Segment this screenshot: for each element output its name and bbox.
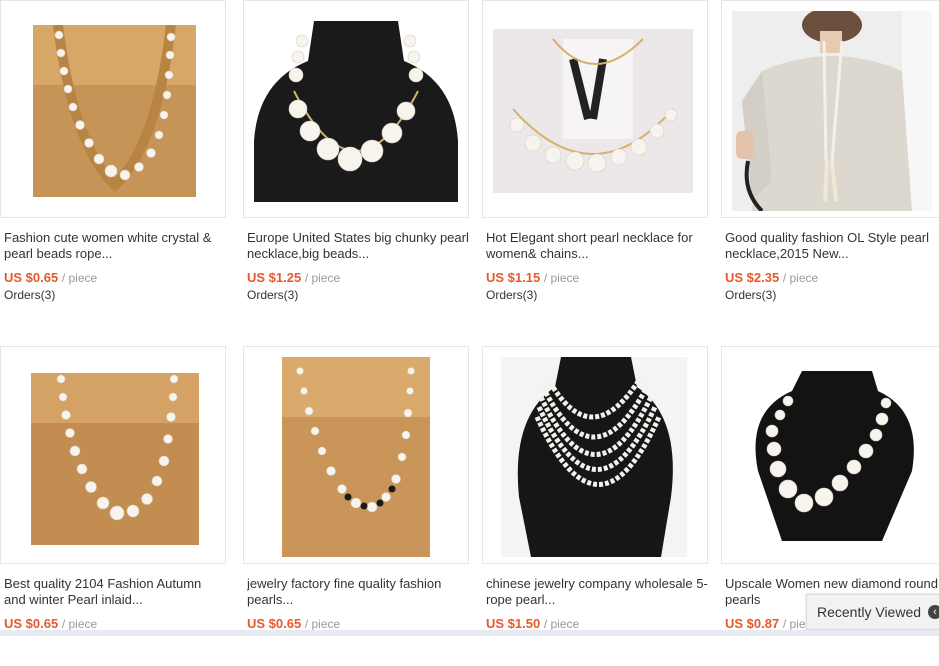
product-card[interactable]: Fashion cute women white crystal & pearl… — [0, 0, 226, 320]
product-title[interactable]: Hot Elegant short pearl necklace for wom… — [486, 230, 708, 262]
product-title[interactable]: chinese jewelry company wholesale 5-rope… — [486, 576, 708, 608]
price-amount: US $0.65 — [4, 616, 59, 631]
price-amount: US $2.35 — [725, 270, 780, 285]
necklace-photo — [732, 11, 932, 211]
price-unit: / piece — [304, 617, 341, 631]
necklace-photo — [493, 29, 693, 193]
page-bottom-edge — [0, 630, 939, 636]
chevron-left-icon: ‹ — [928, 605, 939, 619]
product-price: US $1.15 / piece — [486, 270, 579, 286]
product-card[interactable]: chinese jewelry company wholesale 5-rope… — [482, 346, 708, 666]
price-amount: US $1.25 — [247, 270, 302, 285]
price-unit: / piece — [782, 271, 819, 285]
price-unit: / piece — [61, 617, 98, 631]
product-title[interactable]: Fashion cute women white crystal & pearl… — [4, 230, 226, 262]
orders-count: Orders(3) — [4, 288, 55, 302]
product-card[interactable]: jewelry factory fine quality fashion pea… — [243, 346, 469, 666]
orders-count: Orders(3) — [486, 288, 537, 302]
price-amount: US $0.65 — [247, 616, 302, 631]
orders-count: Orders(3) — [725, 288, 776, 302]
orders-link[interactable]: Orders(3) — [4, 288, 55, 302]
price-amount: US $0.87 — [725, 616, 780, 631]
product-title[interactable]: Good quality fashion OL Style pearl neck… — [725, 230, 939, 262]
price-unit: / piece — [61, 271, 98, 285]
price-amount: US $1.15 — [486, 270, 541, 285]
orders-link[interactable]: Orders(3) — [247, 288, 298, 302]
product-price: US $2.35 / piece — [725, 270, 818, 286]
product-card[interactable]: Europe United States big chunky pearl ne… — [243, 0, 469, 320]
product-card[interactable]: Hot Elegant short pearl necklace for wom… — [482, 0, 708, 320]
product-title[interactable]: Best quality 2104 Fashion Autumn and win… — [4, 576, 226, 608]
product-card[interactable]: Best quality 2104 Fashion Autumn and win… — [0, 346, 226, 666]
price-amount: US $1.50 — [486, 616, 541, 631]
price-unit: / pie — [782, 617, 806, 631]
product-image[interactable] — [243, 346, 469, 564]
product-image[interactable] — [0, 346, 226, 564]
necklace-photo — [282, 357, 430, 557]
orders-link[interactable]: Orders(3) — [486, 288, 537, 302]
necklace-photo — [254, 21, 458, 202]
orders-count: Orders(3) — [247, 288, 298, 302]
product-image[interactable] — [0, 0, 226, 218]
orders-link[interactable]: Orders(3) — [725, 288, 776, 302]
necklace-photo — [33, 25, 196, 197]
product-image[interactable] — [721, 0, 939, 218]
recently-viewed-label: Recently Viewed — [817, 604, 922, 620]
product-title[interactable]: jewelry factory fine quality fashion pea… — [247, 576, 469, 608]
product-image[interactable] — [243, 0, 469, 218]
price-unit: / piece — [543, 617, 580, 631]
product-image[interactable] — [721, 346, 939, 564]
necklace-photo — [501, 357, 687, 557]
product-grid: Fashion cute women white crystal & pearl… — [0, 0, 939, 636]
product-image[interactable] — [482, 346, 708, 564]
product-image[interactable] — [482, 0, 708, 218]
necklace-photo — [31, 373, 199, 545]
recently-viewed-tab[interactable]: Recently Viewed ‹ — [806, 594, 939, 630]
product-title[interactable]: Europe United States big chunky pearl ne… — [247, 230, 469, 262]
product-price: US $1.25 / piece — [247, 270, 340, 286]
necklace-photo — [732, 371, 932, 541]
price-unit: / piece — [304, 271, 341, 285]
price-unit: / piece — [543, 271, 580, 285]
product-price: US $0.65 / piece — [4, 270, 97, 286]
price-amount: US $0.65 — [4, 270, 59, 285]
product-card[interactable]: Good quality fashion OL Style pearl neck… — [721, 0, 939, 320]
